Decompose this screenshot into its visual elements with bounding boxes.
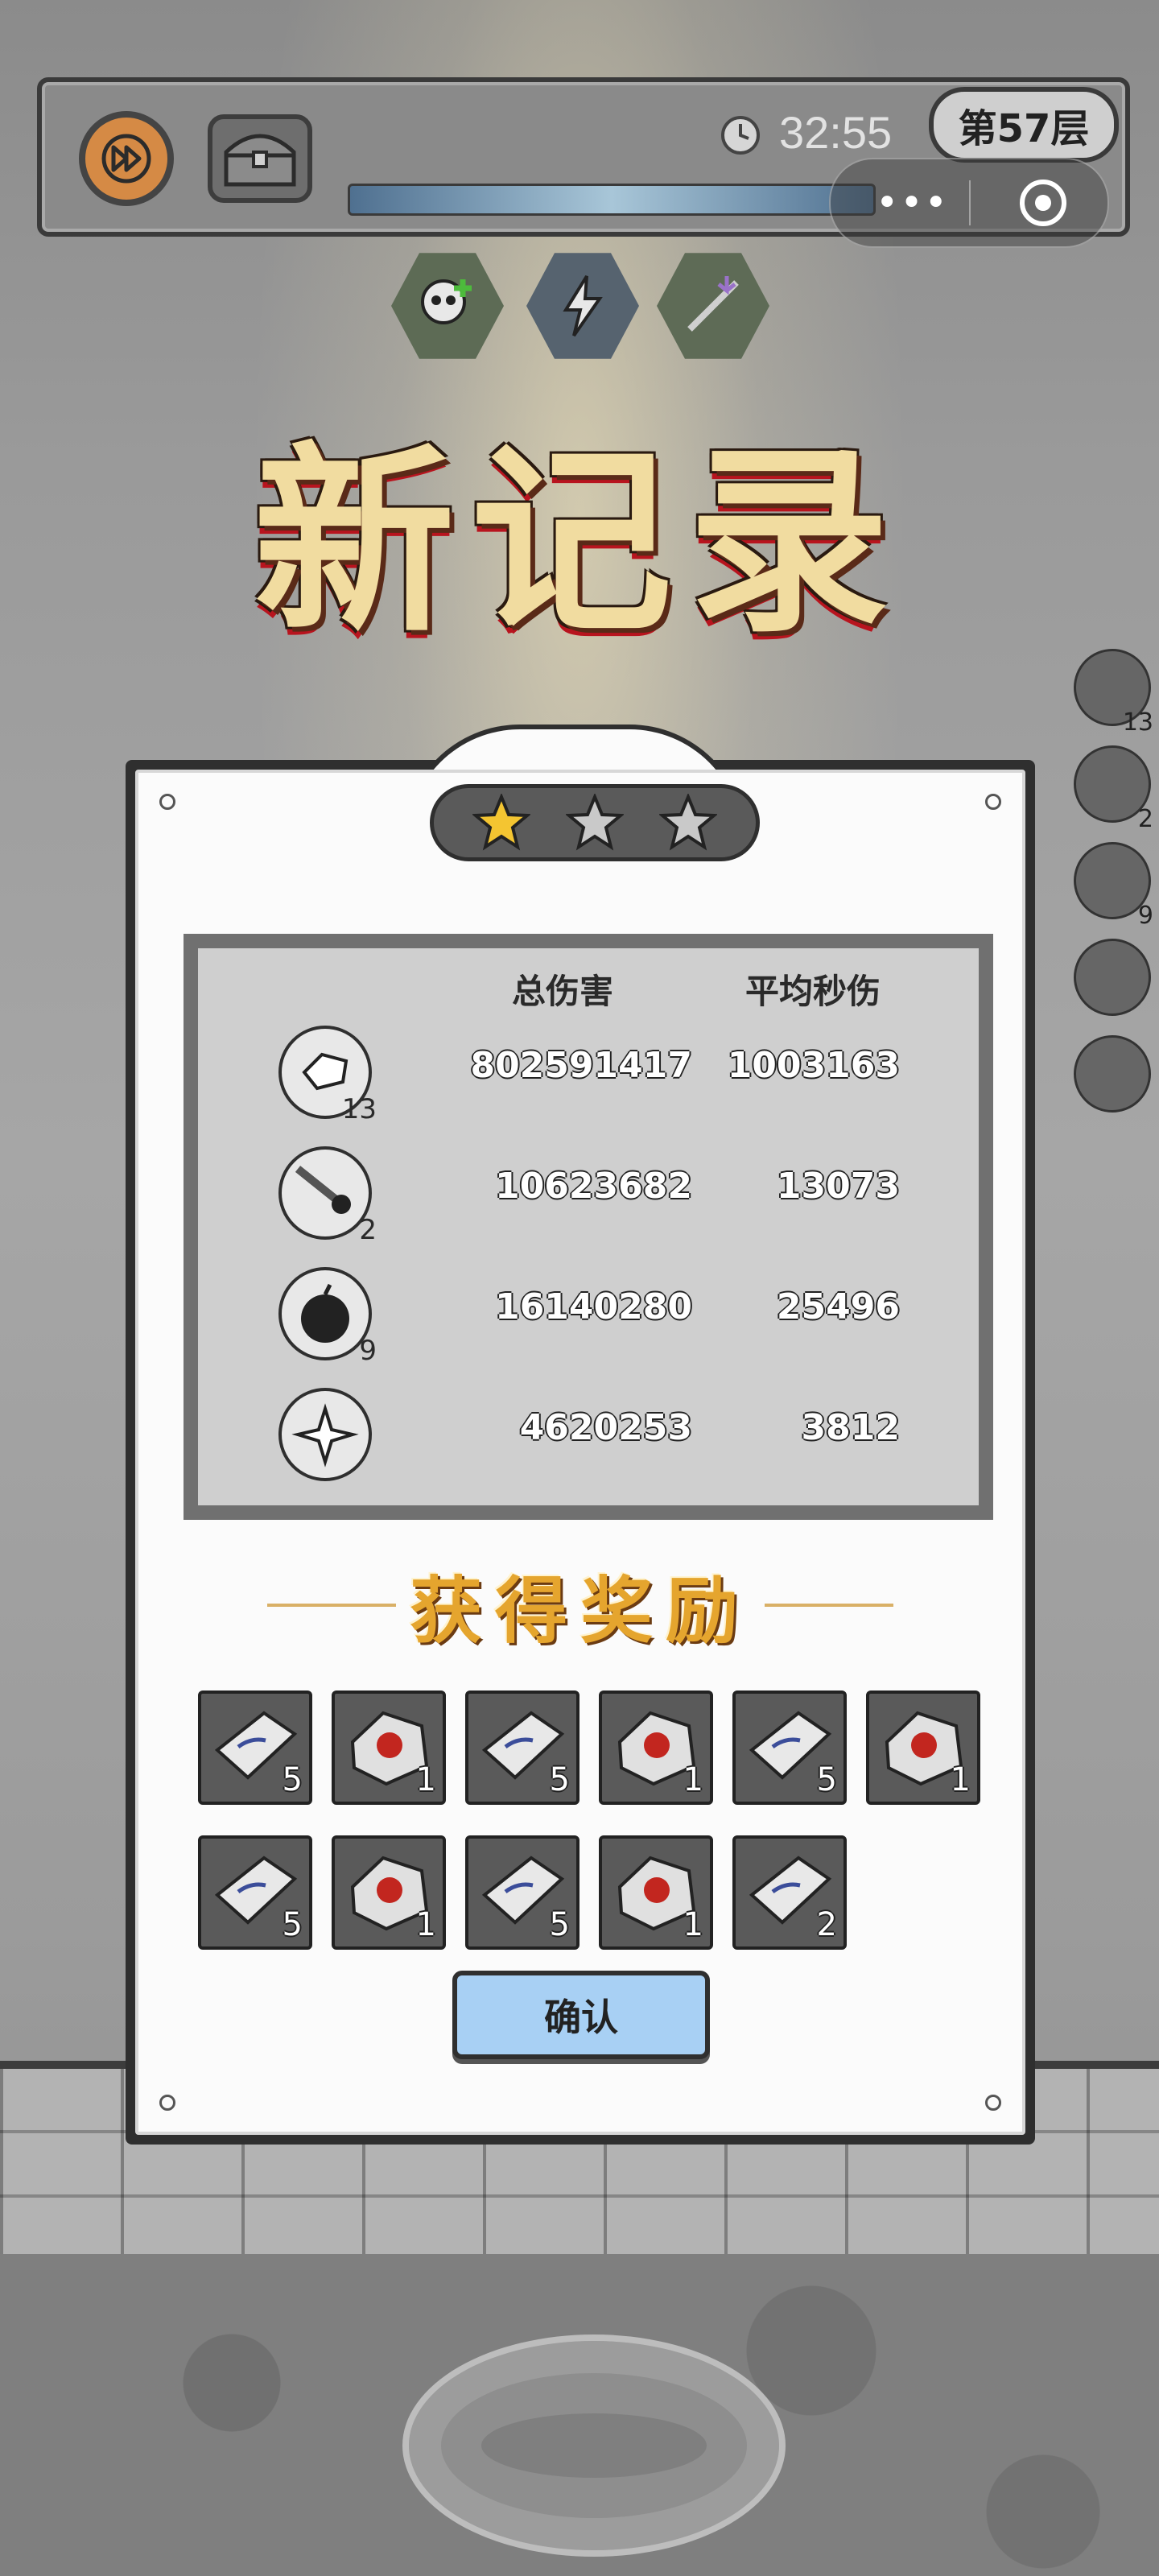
damage-stats-table: 总伤害 平均秒伤 13 802591417 1003163 2 10623682…	[184, 934, 993, 1520]
side-slot-ice	[1074, 939, 1151, 1016]
side-slot-crystal: 13	[1074, 649, 1153, 737]
clock-icon	[721, 116, 760, 155]
skull-icon	[421, 279, 472, 324]
avg-dps-value: 13073	[776, 1166, 900, 1207]
more-button[interactable]: •••	[876, 180, 949, 225]
reward-silver-ingot[interactable]: 5	[198, 1835, 312, 1950]
panel-rivet	[985, 794, 1001, 810]
table-row: 2 10623682 13073	[198, 1146, 979, 1246]
fast-forward-icon	[101, 134, 151, 184]
side-slot-bomb: 9	[1074, 842, 1153, 930]
bomb-icon: 9	[278, 1267, 377, 1367]
panel-rivet	[985, 2095, 1001, 2111]
lightning-icon	[563, 275, 603, 337]
total-damage-value: 4620253	[519, 1407, 692, 1448]
total-damage-value: 802591417	[470, 1045, 692, 1086]
reward-silver-ingot[interactable]: 5	[732, 1690, 847, 1805]
star-empty-icon	[566, 794, 624, 851]
meteor-icon: 2	[278, 1146, 377, 1246]
avg-dps-header: 平均秒伤	[745, 972, 881, 1011]
total-damage-header: 总伤害	[512, 972, 614, 1011]
treasure-chest-button[interactable]	[208, 114, 312, 203]
side-slot-empty	[1074, 1035, 1151, 1113]
table-row: 13 802591417 1003163	[198, 1026, 979, 1125]
divider-right	[765, 1604, 893, 1607]
star-rating	[430, 784, 760, 861]
reward-silver-ingot[interactable]: 2	[732, 1835, 847, 1950]
reward-silver-ingot[interactable]: 5	[465, 1690, 580, 1805]
reward-silver-ingot[interactable]: 5	[198, 1690, 312, 1805]
result-panel: 总伤害 平均秒伤 13 802591417 1003163 2 10623682…	[126, 724, 1035, 2145]
avg-dps-value: 3812	[801, 1407, 900, 1448]
reward-silver-ingot[interactable]: 5	[465, 1835, 580, 1950]
total-damage-value: 10623682	[495, 1166, 692, 1207]
star-empty-icon	[659, 794, 717, 851]
level-timer: 32:55	[779, 107, 893, 158]
crystal-shard-icon: 13	[278, 1026, 377, 1125]
table-row: 9 16140280 25496	[198, 1267, 979, 1367]
table-row: 4620253 3812	[198, 1388, 979, 1484]
confirm-button[interactable]: 确认	[452, 1971, 710, 2059]
reward-fire-ore[interactable]: 1	[599, 1835, 713, 1950]
mini-program-capsule: •••	[829, 158, 1109, 248]
slash-icon	[687, 276, 739, 332]
avg-dps-value: 1003163	[727, 1045, 900, 1086]
chest-icon	[224, 134, 296, 187]
panel-rivet	[159, 794, 175, 810]
total-damage-value: 16140280	[495, 1286, 692, 1327]
new-record-title: 新记录	[254, 423, 905, 659]
reward-fire-ore[interactable]: 1	[866, 1690, 980, 1805]
side-slot-meteor: 2	[1074, 745, 1153, 833]
reward-fire-ore[interactable]: 1	[332, 1690, 446, 1805]
panel-rivet	[159, 2095, 175, 2111]
side-weapon-slots: 13 2 9	[1074, 649, 1154, 1132]
reward-fire-ore[interactable]: 1	[332, 1835, 446, 1950]
boss-health-bar	[348, 184, 876, 216]
ice-burst-icon	[278, 1388, 372, 1481]
capsule-divider	[969, 180, 971, 225]
star-filled-icon	[472, 794, 530, 851]
close-target-icon[interactable]	[1016, 175, 1070, 230]
floor-badge: 第57层	[929, 87, 1119, 163]
reward-fire-ore[interactable]: 1	[599, 1690, 713, 1805]
panel-body: 总伤害 平均秒伤 13 802591417 1003163 2 10623682…	[135, 770, 1025, 2135]
magic-circle	[402, 2334, 786, 2557]
avg-dps-value: 25496	[776, 1286, 900, 1327]
speed-up-button[interactable]	[79, 111, 174, 206]
